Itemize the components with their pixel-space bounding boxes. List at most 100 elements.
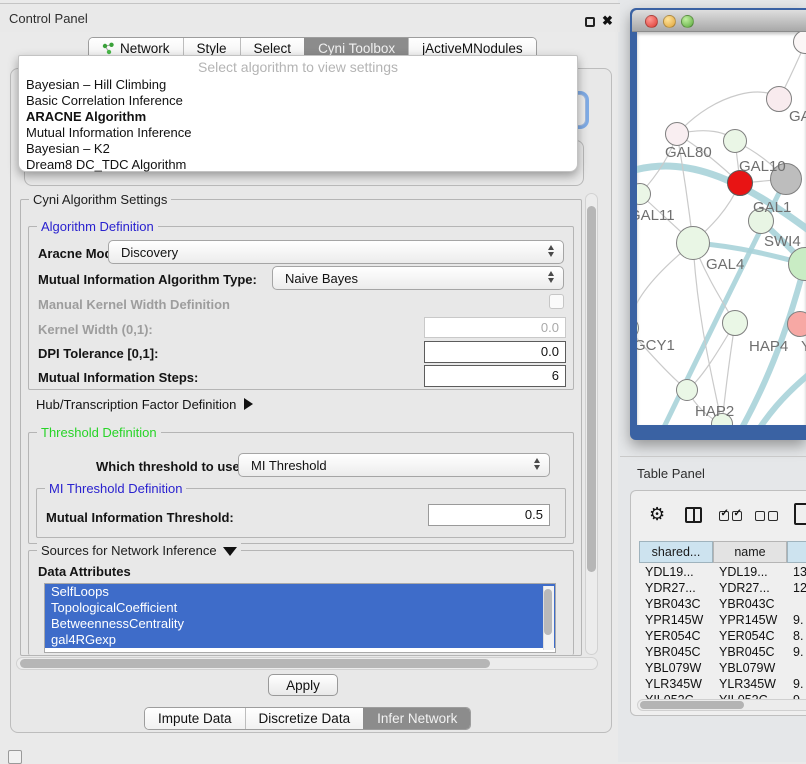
column-header-name[interactable]: name — [713, 541, 787, 563]
control-panel-header: Control Panel ✖ — [0, 3, 620, 32]
node-label: GAL11 — [637, 207, 675, 224]
kernel-width-field[interactable]: 0.0 — [424, 317, 566, 338]
network-canvas[interactable]: GAL GAL80 GAL10 GAL1 GAL11 SWI4 GAL4 GCY… — [637, 32, 806, 425]
aracne-mode-combobox[interactable]: Discovery — [108, 240, 564, 264]
scrollbar-thumb[interactable] — [640, 701, 744, 709]
network-node-salmon[interactable] — [787, 311, 806, 337]
node-label: GAL10 — [739, 158, 786, 175]
dropdown-item[interactable]: Mutual Information Inference — [19, 125, 577, 141]
algorithm-definition-title: Algorithm Definition — [37, 219, 158, 234]
mi-steps-field[interactable]: 6 — [424, 365, 566, 387]
node-label: GAL80 — [665, 144, 712, 161]
list-item[interactable]: TopologicalCoefficient — [45, 600, 555, 616]
gear-icon[interactable]: ⚙ — [649, 505, 665, 523]
table-horizontal-scrollbar[interactable] — [637, 699, 806, 711]
zoom-traffic-light-icon[interactable] — [681, 15, 694, 28]
table-row[interactable]: YBR043C YBR043C — [639, 597, 806, 613]
cell: YDR27... — [645, 581, 696, 595]
list-scrollbar[interactable] — [543, 586, 554, 650]
dpi-tolerance-field[interactable]: 0.0 — [424, 341, 566, 363]
table-row[interactable]: YER054C YER054C 8. — [639, 629, 806, 645]
node-label: GAL4 — [706, 256, 744, 273]
which-threshold-label: Which threshold to use: — [96, 459, 244, 474]
tab-jactivemnodules-label: jActiveMNodules — [422, 41, 523, 56]
new-table-icon[interactable] — [794, 503, 806, 525]
network-window-titlebar[interactable] — [632, 10, 806, 32]
tab-cyni-toolbox-label: Cyni Toolbox — [318, 41, 395, 56]
hub-definition-toggle[interactable]: Hub/Transcription Factor Definition — [36, 397, 253, 412]
network-node-gal80[interactable] — [665, 122, 689, 146]
which-threshold-combobox[interactable]: MI Threshold — [238, 453, 550, 477]
mi-type-value: Naive Bayes — [285, 271, 358, 286]
node-label: HAP4 — [749, 338, 788, 355]
dropdown-item[interactable]: Basic Correlation Inference — [19, 93, 577, 109]
list-item[interactable]: BetweennessCentrality — [45, 616, 555, 632]
divider — [620, 456, 806, 457]
dropdown-item-selected[interactable]: ARACNE Algorithm — [19, 109, 577, 125]
scrollbar-thumb[interactable] — [587, 206, 596, 572]
tab-impute-data[interactable]: Impute Data — [145, 708, 245, 729]
cell: 9. — [793, 677, 803, 691]
apply-button[interactable]: Apply — [268, 674, 338, 696]
table-panel-title: Table Panel — [637, 466, 705, 481]
table-row[interactable]: YBR045C YBR045C 9. — [639, 645, 806, 661]
screen: Control Panel ✖ Network Style Select Cyn… — [0, 0, 806, 762]
cell: YLR345W — [719, 677, 776, 691]
tab-infer-network[interactable]: Infer Network — [363, 708, 470, 729]
node-label: GAL — [789, 108, 806, 125]
network-node-hap2[interactable] — [676, 379, 698, 401]
tab-discretize-data[interactable]: Discretize Data — [245, 708, 364, 729]
which-threshold-value: MI Threshold — [251, 458, 327, 473]
table-row[interactable]: YDL19... YDL19... 13 — [639, 565, 806, 581]
manual-kernel-checkbox[interactable] — [549, 294, 564, 309]
scrollbar-thumb[interactable] — [20, 659, 490, 668]
tab-infer-network-label: Infer Network — [377, 711, 457, 726]
float-window-icon[interactable] — [585, 17, 595, 27]
cell: YBR045C — [645, 645, 701, 659]
mi-type-label: Mutual Information Algorithm Type: — [38, 272, 257, 287]
network-node-gal10[interactable] — [723, 129, 747, 153]
mi-threshold-field[interactable]: 0.5 — [428, 504, 550, 526]
list-item[interactable]: SelfLoops — [45, 584, 555, 600]
threshold-definition-title: Threshold Definition — [37, 425, 161, 440]
cell: 12 — [793, 581, 806, 595]
settings-vertical-scrollbar[interactable] — [585, 193, 598, 655]
node-label: Y — [801, 338, 806, 355]
cell: YDR27... — [719, 581, 770, 595]
dropdown-item[interactable]: Bayesian – K2 — [19, 141, 577, 157]
close-icon[interactable]: ✖ — [602, 13, 613, 29]
deselect-all-checks-icon[interactable] — [755, 511, 778, 521]
algorithm-dropdown-popup: Select algorithm to view settings Bayesi… — [18, 55, 578, 172]
mi-type-combobox[interactable]: Naive Bayes — [272, 266, 564, 290]
node-label: SWI4 — [764, 233, 801, 250]
column-header-partial[interactable]: A — [787, 541, 806, 563]
dropdown-item[interactable]: Dream8 DC_TDC Algorithm — [19, 157, 577, 173]
minimize-traffic-light-icon[interactable] — [663, 15, 676, 28]
table-row[interactable]: YLR345W YLR345W 9. — [639, 677, 806, 693]
network-node-gal4[interactable] — [676, 226, 710, 260]
table-row[interactable]: YPR145W YPR145W 9. — [639, 613, 806, 629]
dropdown-item[interactable]: Bayesian – Hill Climbing — [19, 77, 577, 93]
node-label: GAL1 — [753, 199, 791, 216]
cell: YBR043C — [719, 597, 775, 611]
list-item[interactable]: gal4RGexp — [45, 632, 555, 648]
stepper-arrows-icon — [548, 245, 554, 257]
close-traffic-light-icon[interactable] — [645, 15, 658, 28]
cell: YER054C — [719, 629, 775, 643]
tab-style-label: Style — [197, 41, 227, 56]
cell: YBL079W — [719, 661, 775, 675]
stepper-arrows-icon — [534, 458, 540, 470]
sources-group-title[interactable]: Sources for Network Inference — [37, 543, 241, 558]
kernel-width-label: Kernel Width (0,1): — [38, 322, 153, 337]
column-header-shared-name[interactable]: shared... — [639, 541, 713, 563]
select-all-checks-icon[interactable] — [719, 511, 742, 521]
settings-horizontal-scrollbar[interactable] — [16, 657, 598, 670]
table-row[interactable]: YBL079W YBL079W — [639, 661, 806, 677]
sources-group-label: Sources for Network Inference — [41, 543, 217, 558]
collapse-arrow-icon — [223, 547, 237, 556]
table-row[interactable]: YDR27... YDR27... 12 — [639, 581, 806, 597]
network-node-hap4[interactable] — [722, 310, 748, 336]
columns-icon[interactable] — [685, 507, 702, 523]
dropdown-placeholder: Select algorithm to view settings — [19, 56, 577, 77]
cell: YBL079W — [645, 661, 701, 675]
